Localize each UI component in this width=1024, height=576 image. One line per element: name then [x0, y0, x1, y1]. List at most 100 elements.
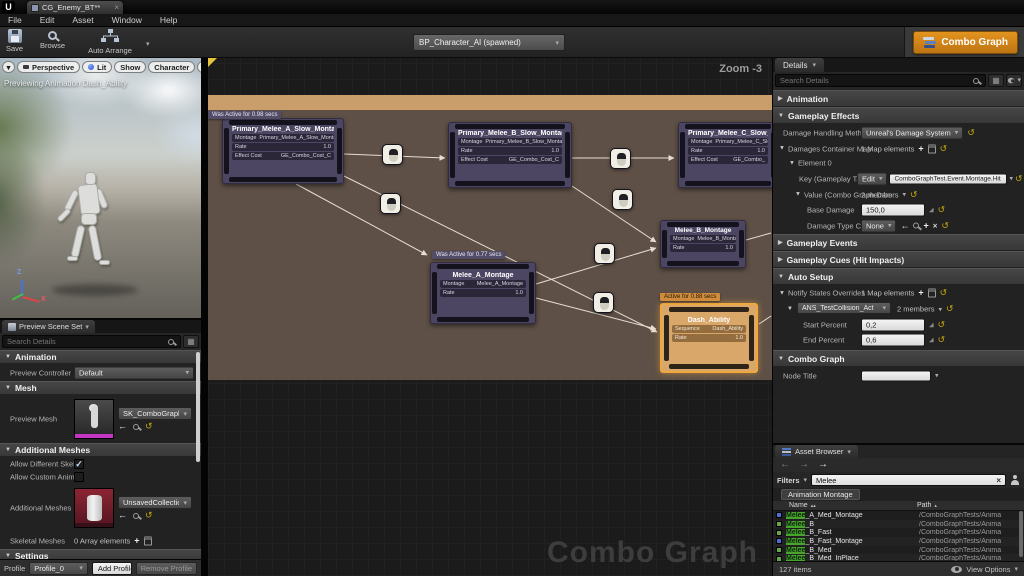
reset-icon[interactable]: ↺ — [946, 304, 954, 314]
gameplay-tag-field[interactable]: ComboGraphTest.Event.Montage.Hit — [889, 173, 1008, 184]
save-button[interactable]: Save — [6, 29, 23, 53]
add-icon[interactable]: + — [923, 221, 928, 230]
details-section-auto-setup[interactable]: ▼ Auto Setup — [773, 268, 1024, 285]
mouse-input-icon[interactable] — [612, 189, 633, 210]
asset-search-input[interactable] — [816, 475, 997, 485]
section-additional-meshes[interactable]: ▼ Additional Meshes — [0, 443, 201, 457]
reset-icon[interactable]: ↺ — [938, 205, 946, 214]
preview-scene-settings-tab[interactable]: Preview Scene Set ▾ — [2, 320, 95, 333]
node-title-field[interactable] — [861, 370, 931, 381]
asset-row[interactable]: Melee _B_Fast_Montage /ComboGraphTests/An… — [773, 537, 1024, 546]
use-selected-icon[interactable]: ← — [900, 221, 909, 230]
chevron-down-icon[interactable]: ▾ — [903, 191, 907, 199]
menu-edit[interactable]: Edit — [40, 15, 55, 25]
menu-asset[interactable]: Asset — [72, 15, 93, 25]
end-percent-field[interactable]: 0,6 — [861, 333, 925, 346]
lit-button[interactable]: Lit — [82, 61, 113, 73]
details-section-gameplay-events[interactable]: ▶ Gameplay Events — [773, 234, 1024, 251]
profile-dropdown[interactable]: Profile_0 ▾ — [29, 561, 88, 575]
allow-custom-animbp-checkbox[interactable] — [74, 471, 84, 482]
asset-row[interactable]: Melee _A_Med_Montage /ComboGraphTests/Ani… — [773, 511, 1024, 520]
browse-to-asset-icon[interactable] — [133, 423, 139, 430]
use-selected-icon[interactable]: ← — [118, 511, 127, 520]
person-filter-icon[interactable] — [1010, 475, 1020, 485]
allow-different-skeleton-checkbox[interactable]: ✓ — [74, 458, 84, 469]
damage-handling-dropdown[interactable]: Unreal's Damage System ▾ — [861, 126, 964, 139]
browse-button[interactable]: Browse — [40, 29, 65, 50]
reset-icon[interactable]: ↺ — [941, 221, 949, 230]
chevron-down-icon[interactable]: ▾ — [939, 305, 943, 313]
graph-node-primary-melee-a[interactable]: Primary_Melee_A_Slow_Montage Montage Prim… — [222, 118, 344, 184]
asset-search-box[interactable]: × — [811, 474, 1006, 486]
preview-controller-dropdown[interactable]: Default ▾ — [74, 366, 194, 379]
viewport-menu-caret[interactable]: ▾ — [2, 61, 15, 73]
mouse-input-icon[interactable] — [382, 144, 403, 165]
forward-icon[interactable]: → — [799, 460, 809, 470]
remove-profile-button[interactable]: Remove Profile — [135, 561, 197, 575]
asset-list-scrollbar[interactable] — [1019, 511, 1023, 557]
auto-arrange-dropdown-caret[interactable]: ▾ — [146, 39, 150, 48]
spinbox-corner-icon[interactable]: ◢ — [929, 321, 934, 328]
clear-search-icon[interactable]: × — [996, 476, 1001, 485]
asset-row[interactable]: Melee _B_Med /ComboGraphTests/Anima — [773, 546, 1024, 555]
reset-icon[interactable]: ↺ — [967, 128, 975, 137]
reset-icon[interactable]: ↺ — [938, 320, 946, 329]
preview-mesh-asset-dropdown[interactable]: SK_ComboGraphTest_Mar ▾ — [118, 407, 192, 420]
display-grid-icon[interactable]: ▦ — [988, 74, 1004, 87]
combo-graph-canvas[interactable]: Zoom -3 Was Active for 0.98 secs Primary… — [208, 58, 772, 576]
trash-icon[interactable] — [927, 288, 936, 298]
filters-label[interactable]: Filters — [777, 476, 800, 485]
section-mesh[interactable]: ▼ Mesh — [0, 381, 201, 395]
add-element-icon[interactable]: + — [918, 288, 923, 298]
details-search-box[interactable] — [775, 74, 986, 87]
spinbox-corner-icon[interactable]: ◢ — [929, 336, 934, 343]
character-button[interactable]: Character — [148, 61, 196, 73]
menu-file[interactable]: File — [8, 15, 22, 25]
back-icon[interactable]: ← — [780, 460, 790, 470]
mouse-input-icon[interactable] — [593, 292, 614, 313]
clear-icon[interactable]: × — [933, 221, 938, 230]
auto-arrange-button[interactable]: Auto Arrange — [82, 29, 138, 55]
animation-montage-chip[interactable]: Animation Montage — [781, 489, 860, 500]
asset-row[interactable]: Melee _B_Fast /ComboGraphTests/Anima — [773, 528, 1024, 537]
preview-viewport[interactable]: ▾ Perspective Lit Show Character LOD Aut… — [0, 58, 201, 318]
details-section-gameplay-effects[interactable]: ▼ Gameplay Effects — [773, 107, 1024, 124]
reset-icon[interactable]: ↺ — [940, 144, 948, 153]
reset-icon[interactable]: ↺ — [145, 422, 153, 431]
start-percent-field[interactable]: 0,2 — [861, 318, 925, 331]
details-tab[interactable]: Details ▾ — [775, 58, 824, 72]
menu-window[interactable]: Window — [112, 15, 142, 25]
mouse-input-icon[interactable] — [610, 148, 631, 169]
browse-to-asset-icon[interactable] — [913, 222, 920, 229]
reset-icon[interactable]: ↺ — [940, 288, 948, 298]
graph-node-melee-b[interactable]: Melee_B_Montage MontageMelee_B_Montage R… — [660, 220, 746, 268]
details-section-gameplay-cues[interactable]: ▶ Gameplay Cues (Hit Impacts) — [773, 251, 1024, 268]
preview-mesh-thumbnail[interactable] — [74, 399, 114, 439]
reset-icon[interactable]: ↺ — [1015, 174, 1023, 183]
add-element-icon[interactable]: + — [918, 144, 923, 153]
column-path[interactable]: Path ▴ — [913, 502, 937, 509]
chevron-down-icon[interactable]: ▾ — [1009, 175, 1013, 183]
combo-graph-button[interactable]: Combo Graph — [913, 31, 1018, 54]
settings-grid-icon[interactable]: ▦ — [183, 335, 199, 348]
show-button[interactable]: Show — [114, 61, 147, 73]
section-animation[interactable]: ▼ Animation — [0, 350, 201, 364]
graph-node-primary-melee-b[interactable]: Primary_Melee_B_Slow_Montage Montage Prim… — [448, 122, 572, 188]
chevron-down-icon[interactable]: ▾ — [935, 372, 939, 380]
column-name[interactable]: Name ▴▴ — [773, 502, 913, 509]
ans-class-dropdown[interactable]: ANS_TestCollision_Act ▾ — [797, 302, 891, 314]
tab-close-icon[interactable]: × — [114, 3, 119, 12]
mouse-input-icon[interactable] — [594, 243, 615, 264]
view-options-eye-icon[interactable]: ▾ — [1006, 74, 1022, 87]
trash-icon[interactable] — [927, 144, 936, 153]
preview-search-input[interactable] — [3, 337, 168, 346]
edit-tag-dropdown[interactable]: Edit ▾ — [857, 172, 888, 185]
go-icon[interactable]: → — [818, 460, 828, 470]
additional-meshes-dropdown[interactable]: UnsavedCollection ▾ — [118, 496, 192, 509]
details-section-combo-graph[interactable]: ▼ Combo Graph — [773, 350, 1024, 367]
add-profile-button[interactable]: Add Profile — [91, 561, 132, 575]
details-section-animation[interactable]: ▶ Animation — [773, 90, 1024, 107]
asset-row[interactable]: Melee _B /ComboGraphTests/Anima — [773, 519, 1024, 529]
asset-tab[interactable]: CG_Enemy_BT** × — [27, 1, 123, 14]
preview-actor-dropdown[interactable]: BP_Character_AI (spawned) ▾ — [413, 34, 565, 51]
